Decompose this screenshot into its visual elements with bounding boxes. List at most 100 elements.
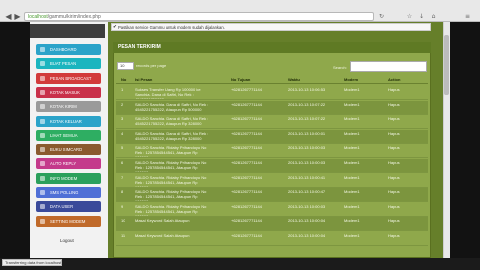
sidebar-item-5[interactable]: KOTAK KELUAR — [36, 115, 101, 127]
sidebar-item-label: LIHAT SEMUA — [50, 132, 78, 138]
sidebar-item-7[interactable]: BUKU SIMCARD — [36, 144, 101, 156]
sidebar-item-label: BUKU SIMCARD — [50, 147, 83, 153]
cell-time: 2013-10-13 10:00:04 — [288, 218, 326, 224]
menu-item-icon — [40, 104, 45, 110]
table-row: 9 SALDO Sanchia. Ridaby Prihandoyo No Rek… — [116, 203, 428, 217]
sidebar-item-label: DATA USER — [50, 204, 74, 210]
sidebar-header — [30, 24, 105, 38]
address-bar[interactable]: localhost/gammu/kirim/index.php — [24, 12, 374, 21]
sidebar-item-label: KOTAK KELUAR — [50, 118, 82, 124]
cell-to: +6281267771144 — [231, 218, 262, 224]
cell-no: 11 — [121, 233, 126, 238]
url-path: /gammu/kirim/index.php — [47, 14, 101, 20]
sidebar-item-4[interactable]: KOTAK KIRIM — [36, 101, 101, 113]
cell-msg: SALDO Sanchia. Ridaby Prihandoyo No Rek … — [135, 189, 207, 201]
col-modem[interactable]: Modem — [344, 76, 358, 84]
cell-modem: Modem1 — [344, 218, 360, 224]
records-per-page-label: records per page — [136, 63, 167, 68]
cell-no: 5 — [121, 145, 124, 151]
sidebar-item-3[interactable]: KOTAK MASUK — [36, 86, 101, 98]
star-icon[interactable]: ☆ — [406, 13, 413, 20]
cell-msg: SALDO Sanchia. Dana di Saftri, No Rek : … — [135, 116, 209, 127]
forward-icon[interactable]: ▶ — [13, 12, 22, 21]
url-host: localhost — [28, 14, 48, 20]
cell-modem: Modem1 — [344, 233, 360, 238]
logout-link[interactable]: Logout — [60, 238, 74, 243]
menu-item-icon — [40, 204, 45, 210]
records-per-page-select[interactable]: 10 — [117, 62, 134, 70]
menu-icon[interactable]: ≡ — [464, 13, 471, 20]
sidebar-item-12[interactable]: SETTING MODEM — [36, 215, 101, 227]
delete-link[interactable]: Hapus — [388, 218, 400, 223]
cell-to: +6281267771144 — [231, 203, 262, 209]
scrollbar-thumb[interactable] — [444, 35, 449, 95]
col-no[interactable]: No — [121, 76, 126, 84]
check-icon: ✔ — [113, 25, 117, 30]
cell-to: +6281267771144 — [231, 101, 262, 107]
sidebar-item-10[interactable]: SMS POLLING — [36, 187, 101, 198]
sidebar-item-11[interactable]: DATA USER — [36, 201, 101, 213]
table-row: 5 SALDO Sanchia. Ridaby Prihandoyo No Rek… — [116, 144, 428, 159]
search-label: Search: — [333, 65, 347, 70]
table-row: 3 SALDO Sanchia. Dana di Saftri, No Rek :… — [116, 115, 428, 130]
delete-link[interactable]: Hapus — [388, 160, 400, 165]
delete-link[interactable]: Hapus — [388, 189, 400, 194]
reload-icon[interactable]: ↻ — [378, 13, 385, 20]
cell-time: 2013-10-13 10:00:04 — [288, 233, 326, 238]
delete-link[interactable]: Hapus — [388, 102, 400, 107]
delete-link[interactable]: Hapus — [388, 204, 400, 209]
sidebar-item-label: PESAN BROADCAST — [50, 75, 92, 81]
cell-msg: SALDO Sanchia. Ridaby Prihandoyo No Rek … — [135, 174, 207, 187]
cell-modem: Modem1 — [344, 116, 360, 122]
cell-time: 2013-10-13 10:00:03 — [288, 145, 326, 151]
cell-modem: Modem1 — [344, 203, 360, 209]
cell-no: 2 — [121, 101, 124, 107]
table-row: 8 SALDO Sanchia. Ridaby Prihandoyo No Rek… — [116, 188, 428, 203]
delete-link[interactable]: Hapus — [388, 233, 400, 238]
cell-modem: Modem1 — [344, 189, 360, 195]
delete-link[interactable]: Hapus — [388, 131, 400, 136]
sidebar-item-9[interactable]: INFO MODEM — [36, 172, 101, 184]
sidebar-item-0[interactable]: DASHBOARD — [36, 44, 101, 55]
search-input[interactable] — [350, 61, 427, 72]
menu-item-icon — [40, 190, 45, 195]
table-row: 7 SALDO Sanchia. Ridaby Prihandoyo No Rek… — [116, 174, 428, 188]
sidebar-item-1[interactable]: BUAT PESAN — [36, 58, 101, 70]
cell-no: 6 — [121, 160, 124, 165]
cell-time: 2013-10-13 10:06:53 — [288, 87, 326, 92]
table-row: 2 SALDO Sanchia. Dana di Saftri, No Rek :… — [116, 100, 428, 115]
cell-no: 1 — [121, 87, 124, 92]
cell-msg: SALDO Sanchia. Dana di Saftri, No Rek : … — [135, 101, 209, 112]
col-time[interactable]: Waktu — [288, 76, 300, 84]
col-destination[interactable]: No Tujuan — [231, 76, 250, 84]
browser-toolbar: ◀ ▶ localhost/gammu/kirim/index.php ↻ ☆ … — [0, 0, 480, 22]
sidebar-item-label: KOTAK KIRIM — [50, 104, 77, 110]
cell-modem: Modem1 — [344, 160, 360, 165]
cell-modem: Modem1 — [344, 87, 360, 92]
panel-title: PESAN TERKIRIM — [113, 42, 431, 53]
delete-link[interactable]: Hapus — [388, 175, 400, 180]
sidebar-item-label: BUAT PESAN — [50, 61, 77, 67]
delete-link[interactable]: Hapus — [388, 87, 400, 92]
cell-time: 2013-10-13 10:00:03 — [288, 203, 326, 209]
cell-time: 2013-10-13 10:07:22 — [288, 116, 326, 122]
sidebar-item-6[interactable]: LIHAT SEMUA — [36, 129, 101, 141]
home-icon[interactable]: ⌂ — [430, 13, 437, 20]
cell-modem: Modem1 — [344, 174, 360, 180]
col-message[interactable]: Isi Pesan — [135, 76, 152, 84]
sidebar-item-8[interactable]: AUTO REPLY — [36, 158, 101, 170]
sidebar-item-label: INFO MODEM — [50, 175, 78, 181]
download-icon[interactable]: ↓ — [418, 13, 425, 20]
menu-item-icon — [40, 175, 45, 181]
cell-modem: Modem1 — [344, 145, 360, 151]
back-icon[interactable]: ◀ — [4, 12, 13, 21]
col-action[interactable]: Action — [388, 76, 400, 84]
menu-item-icon — [40, 147, 45, 153]
menu-item-icon — [40, 118, 45, 124]
delete-link[interactable]: Hapus — [388, 116, 400, 121]
sidebar-item-2[interactable]: PESAN BROADCAST — [36, 72, 101, 84]
sidebar-item-label: KOTAK MASUK — [50, 89, 80, 95]
menu-item-icon — [40, 89, 45, 95]
delete-link[interactable]: Hapus — [388, 145, 400, 150]
cell-to: +6281267771144 — [231, 87, 262, 92]
